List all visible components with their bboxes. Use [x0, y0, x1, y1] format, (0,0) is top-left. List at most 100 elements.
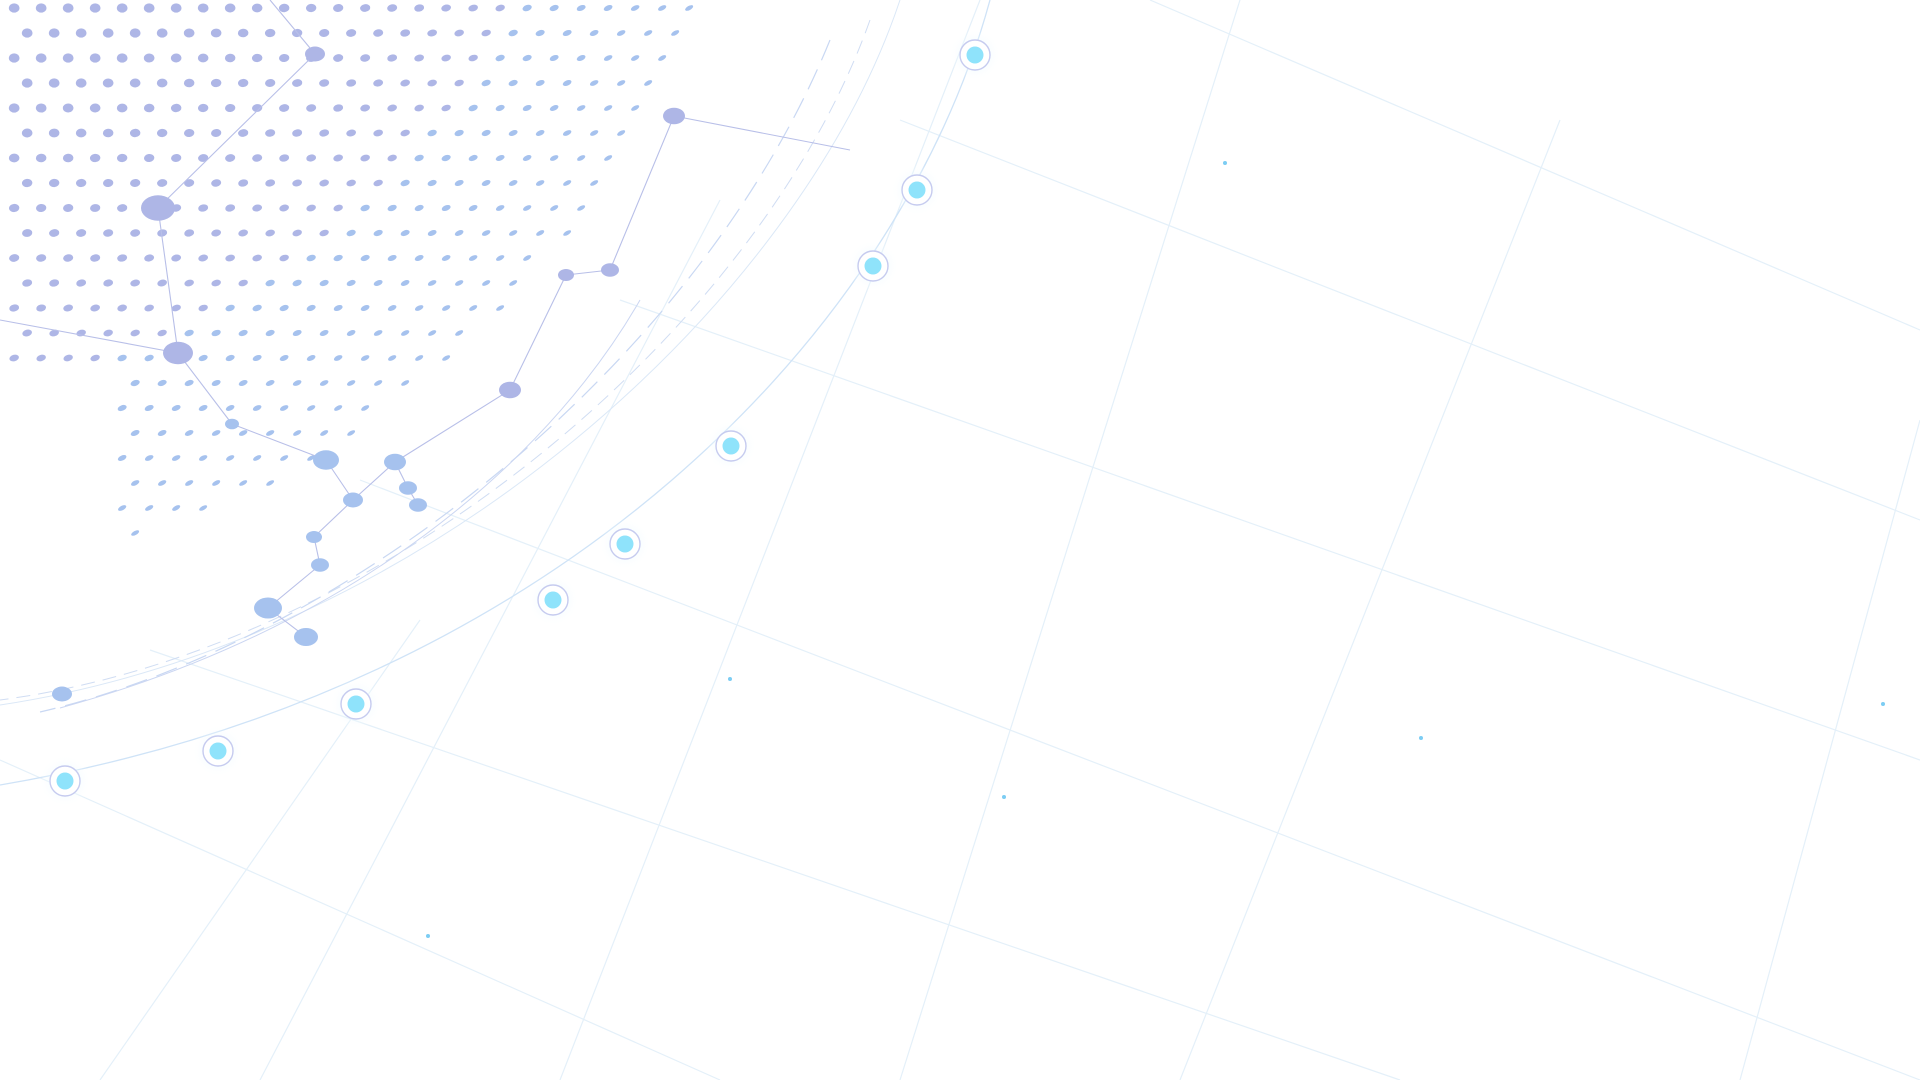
globe-dot	[522, 155, 532, 161]
network-hub	[163, 341, 193, 365]
globe-dot	[252, 304, 262, 312]
globe-dot	[387, 4, 398, 12]
globe-dot	[671, 30, 680, 36]
globe-dot	[658, 5, 667, 11]
globe-dot	[590, 180, 599, 186]
globe-dot	[293, 430, 302, 436]
network-hub	[558, 269, 574, 281]
globe-dot	[157, 430, 167, 436]
globe-dot	[224, 53, 236, 63]
globe-dot	[428, 330, 437, 336]
globe-dot	[319, 380, 329, 386]
globe-dot	[319, 330, 329, 336]
globe-dot	[8, 3, 20, 13]
node-core	[544, 591, 562, 609]
network-link	[157, 53, 316, 209]
globe-dot	[171, 404, 181, 412]
globe-dot	[496, 255, 505, 261]
globe-dot	[198, 405, 208, 411]
globe-dot	[563, 230, 572, 236]
globe-dot	[239, 480, 248, 486]
node-core	[864, 257, 882, 275]
globe-dot	[225, 204, 236, 212]
network-hub	[225, 418, 239, 430]
globe-dot	[63, 204, 74, 212]
globe-dot	[468, 54, 478, 62]
globe-dot	[62, 3, 74, 13]
globe-dot	[400, 280, 410, 286]
globe-dot	[130, 179, 141, 187]
globe-dot	[252, 154, 263, 162]
globe-dot	[576, 55, 586, 61]
globe-dot	[266, 480, 275, 486]
globe-dot	[22, 279, 33, 287]
globe-dot	[509, 230, 518, 236]
globe-dot	[361, 405, 370, 411]
globe-dot	[468, 205, 478, 211]
star-dot	[1223, 161, 1227, 165]
globe-dot	[454, 280, 464, 286]
globe-dot	[157, 279, 167, 287]
globe-dot	[617, 130, 626, 136]
globe-dot	[522, 54, 532, 62]
globe-dot	[265, 79, 276, 87]
globe-dot	[549, 155, 559, 161]
globe-dot	[468, 4, 478, 12]
globe-dot	[577, 205, 586, 211]
node-core	[347, 695, 365, 713]
globe-dot	[8, 203, 20, 213]
globe-dot	[8, 103, 20, 113]
globe-dot	[495, 205, 505, 211]
globe-dot	[468, 154, 478, 162]
globe-dot	[279, 254, 289, 262]
globe-dot	[347, 430, 356, 436]
globe-dot	[441, 154, 451, 162]
globe-dot	[211, 179, 222, 187]
globe-dot	[400, 29, 411, 37]
globe-dot	[454, 29, 464, 37]
globe-dot	[455, 330, 464, 336]
globe-dot	[198, 304, 208, 312]
globe-dot	[360, 305, 370, 311]
globe-dot	[454, 79, 464, 87]
globe-dot	[48, 28, 60, 38]
globe-dot	[576, 4, 586, 12]
globe-dot	[238, 279, 248, 287]
globe-dot	[631, 105, 640, 111]
globe-dot	[535, 180, 545, 186]
globe-dot	[103, 329, 113, 337]
globe-dot	[280, 455, 289, 461]
globe-dot	[333, 4, 344, 12]
globe-dot	[481, 29, 491, 37]
globe-dot	[117, 204, 128, 212]
network-hub	[313, 450, 339, 470]
globe-dot	[130, 229, 141, 237]
globe-dot	[49, 229, 60, 237]
orbit-arc	[39, 39, 831, 713]
globe-dot	[225, 103, 236, 113]
globe-dot	[211, 430, 221, 436]
globe-dot	[373, 179, 383, 187]
globe-dot	[333, 104, 344, 112]
globe-dot	[198, 455, 208, 461]
globe-dot	[481, 180, 491, 186]
globe-dot	[508, 129, 518, 137]
globe-dot	[427, 129, 437, 137]
network-node-icon	[949, 29, 1001, 81]
globe-dot	[89, 153, 101, 163]
globe-dot	[238, 379, 248, 387]
orbit-arcs	[0, 0, 991, 786]
network-node-icon	[192, 725, 244, 777]
globe-dot	[76, 229, 87, 237]
globe-dot	[118, 505, 127, 511]
orbit-nodes	[39, 29, 1001, 807]
globe-dot	[9, 304, 20, 312]
node-core	[722, 437, 740, 455]
globe-dot	[414, 104, 424, 112]
globe-dot	[198, 254, 208, 262]
globe-dot	[523, 255, 532, 261]
globe-dot	[522, 104, 532, 112]
globe-dot	[103, 178, 114, 188]
globe-dot	[212, 480, 221, 486]
globe-dot	[604, 105, 613, 111]
